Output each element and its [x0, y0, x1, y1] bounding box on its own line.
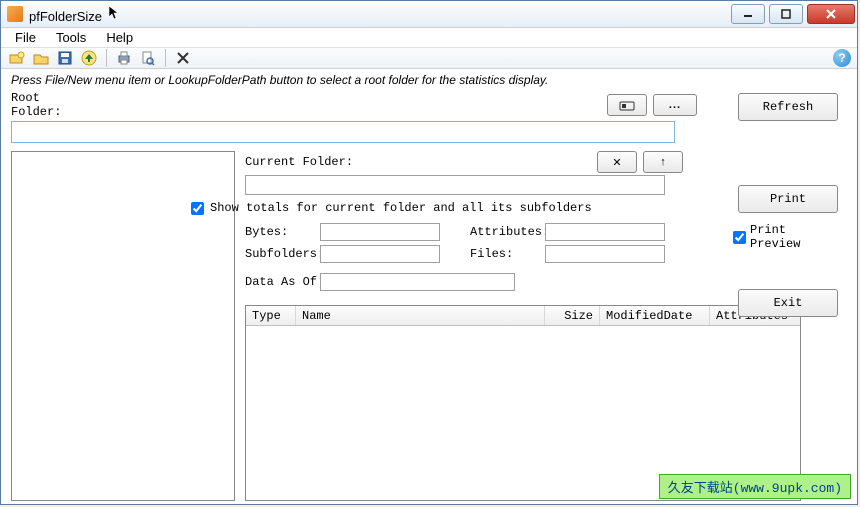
window-title-text: pfFolderSize — [29, 9, 102, 24]
watermark: 久友下载站(www.9upk.com) — [659, 474, 851, 499]
attributes-field[interactable] — [545, 223, 665, 241]
bytes-field[interactable] — [320, 223, 440, 241]
lookup-folder-button[interactable] — [607, 94, 647, 116]
root-input-row — [11, 121, 847, 143]
menu-file[interactable]: File — [5, 28, 46, 47]
col-size[interactable]: Size — [545, 306, 600, 325]
titlebar: pfFolderSize — [1, 1, 857, 28]
root-folder-row: Root Folder: ... — [11, 91, 847, 119]
app-icon — [7, 6, 23, 22]
current-folder-input[interactable] — [245, 175, 665, 195]
print-preview-checkbox[interactable] — [733, 231, 746, 244]
files-field[interactable] — [545, 245, 665, 263]
show-totals-checkbox[interactable] — [191, 202, 204, 215]
window-controls — [729, 1, 857, 27]
dataasof-label: Data As Of — [245, 275, 320, 289]
col-type[interactable]: Type — [246, 306, 296, 325]
close-folder-button[interactable]: ✕ — [597, 151, 637, 173]
maximize-button[interactable] — [769, 4, 803, 24]
col-name[interactable]: Name — [296, 306, 545, 325]
toolbar-separator — [106, 49, 107, 67]
cursor-icon — [108, 5, 120, 21]
up-arrow-icon[interactable] — [79, 48, 99, 68]
subfolders-label: Subfolders: — [245, 247, 320, 261]
preview-icon[interactable] — [138, 48, 158, 68]
window-title: pfFolderSize — [29, 5, 729, 24]
root-folder-input[interactable] — [11, 121, 675, 143]
dataasof-field[interactable] — [320, 273, 515, 291]
col-modified[interactable]: ModifiedDate — [600, 306, 710, 325]
help-icon[interactable]: ? — [833, 49, 851, 67]
up-folder-button[interactable]: ↑ — [643, 151, 683, 173]
minimize-button[interactable] — [731, 4, 765, 24]
subfolders-field[interactable] — [320, 245, 440, 263]
print-preview-row: Print Preview — [733, 223, 843, 251]
lookup-icon — [619, 99, 635, 111]
printer-icon[interactable] — [114, 48, 134, 68]
save-icon[interactable] — [55, 48, 75, 68]
open-folder-icon[interactable] — [31, 48, 51, 68]
up-icon: ↑ — [660, 156, 666, 168]
main-row: Current Folder: ✕ ↑ Show totals for curr… — [11, 151, 847, 501]
close-button[interactable] — [807, 4, 855, 24]
root-folder-label: Root Folder: — [11, 91, 91, 119]
delete-icon[interactable] — [173, 48, 193, 68]
menu-tools[interactable]: Tools — [46, 28, 96, 47]
bytes-label: Bytes: — [245, 225, 320, 239]
toolbar: ? — [1, 48, 857, 69]
refresh-button[interactable]: Refresh — [738, 93, 838, 121]
menubar: File Tools Help — [1, 28, 857, 48]
toolbar-separator — [165, 49, 166, 67]
current-folder-label: Current Folder: — [245, 155, 353, 169]
show-totals-label: Show totals for current folder and all i… — [210, 201, 592, 215]
app-window: pfFolderSize File Tools Help ? Press Fil… — [0, 0, 858, 505]
file-grid[interactable]: Type Name Size ModifiedDate Attributes — [245, 305, 801, 501]
print-preview-label: Print Preview — [750, 223, 843, 251]
attributes-label: Attributes: — [470, 225, 545, 239]
grid-header: Type Name Size ModifiedDate Attributes — [246, 306, 800, 326]
more-button[interactable]: ... — [653, 94, 697, 116]
right-action-panel: Refresh Print Print Preview Exit — [733, 93, 843, 317]
exit-button[interactable]: Exit — [738, 289, 838, 317]
new-folder-icon[interactable] — [7, 48, 27, 68]
menu-help[interactable]: Help — [96, 28, 143, 47]
content-area: Press File/New menu item or LookupFolder… — [1, 69, 857, 505]
x-icon: ✕ — [612, 156, 621, 169]
hint-text: Press File/New menu item or LookupFolder… — [11, 73, 847, 87]
print-button[interactable]: Print — [738, 185, 838, 213]
files-label: Files: — [470, 247, 545, 261]
